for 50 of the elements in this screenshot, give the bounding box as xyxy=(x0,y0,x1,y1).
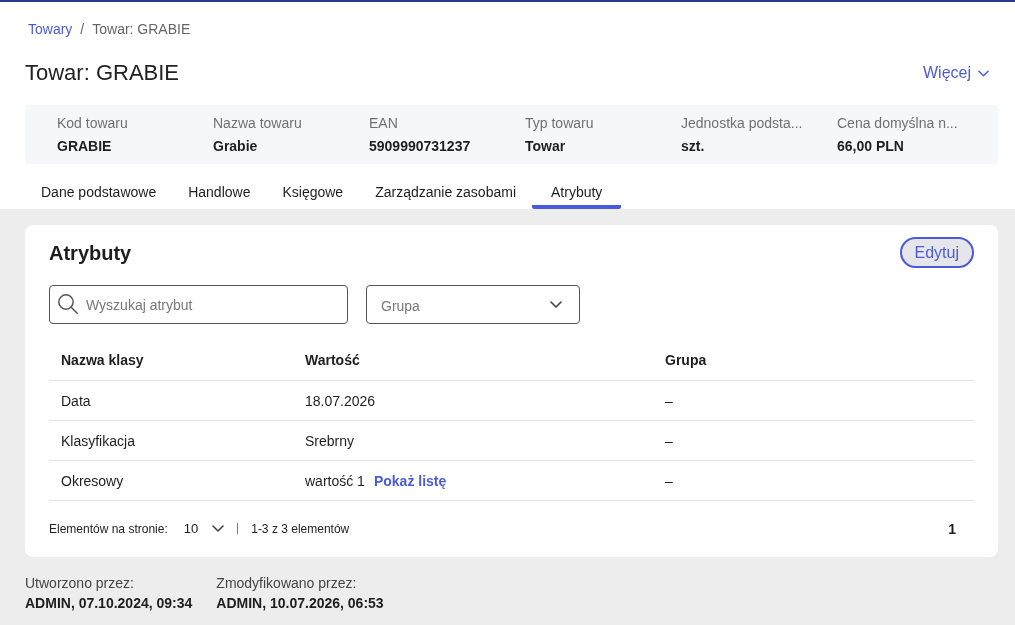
table-cell-text: 18.07.2026 xyxy=(305,391,376,411)
column-header: Wartość xyxy=(305,352,360,368)
tab[interactable]: Księgowe xyxy=(266,164,360,209)
footer-label: Zmodyfikowano przez: xyxy=(216,574,357,593)
table-cell-text: wartość 1 xyxy=(305,471,365,491)
page-size-label: Elementów na stronie: xyxy=(49,521,168,537)
field-label: Typ towaru xyxy=(525,114,594,133)
chevron-down-icon xyxy=(212,525,225,533)
group-select[interactable]: Grupa xyxy=(366,285,580,324)
footer-value: ADMIN, 07.10.2024, 09:34 xyxy=(25,594,193,613)
search-field[interactable]: Wyszukaj atrybut xyxy=(49,285,348,324)
breadcrumb-link[interactable]: Towary xyxy=(28,19,73,39)
chevron-down-icon xyxy=(978,69,989,77)
tab[interactable]: Dane podstawowe xyxy=(25,164,173,209)
table-cell: – xyxy=(665,432,673,449)
table-cell: Data xyxy=(61,392,91,409)
column-header: Grupa xyxy=(665,352,707,368)
table-cell: Klasyfikacja xyxy=(61,432,135,449)
table-cell-text: Srebrny xyxy=(305,431,355,451)
edit-button[interactable]: Edytuj xyxy=(899,237,974,268)
table-cell: – xyxy=(665,392,673,409)
field-value: szt. xyxy=(681,137,705,156)
field-value: GRABIE xyxy=(57,137,112,156)
field-value: Grabie xyxy=(213,137,258,156)
tab[interactable]: Zarządzanie zasobami xyxy=(359,164,532,209)
footer-value: ADMIN, 10.07.2026, 06:53 xyxy=(216,594,384,613)
breadcrumb-separator: / xyxy=(80,20,85,39)
field-label: Jednostka podsta... xyxy=(681,114,803,133)
item-range: 1-3 z 3 elementów xyxy=(251,521,350,537)
tab[interactable]: Handlowe xyxy=(172,164,267,209)
page-size-select[interactable]: 10 xyxy=(183,520,225,538)
field-value: 66,00 PLN xyxy=(837,137,904,156)
field-label: Cena domyślna n... xyxy=(837,114,958,133)
footer-label: Utworzono przez: xyxy=(25,574,134,593)
field-label: Nazwa towaru xyxy=(213,114,302,133)
page-button[interactable]: 1 xyxy=(944,519,960,539)
breadcrumb-current: Towar: GRABIE xyxy=(92,20,191,39)
chevron-down-icon xyxy=(550,301,562,308)
card-title: Atrybuty xyxy=(49,240,132,266)
search-icon xyxy=(58,294,78,314)
field-value: 5909990731237 xyxy=(369,137,471,156)
field-label: EAN xyxy=(369,114,398,133)
more-button[interactable]: Więcej xyxy=(923,61,989,85)
show-list-link[interactable]: Pokaż listę xyxy=(373,470,447,491)
field-value: Towar xyxy=(525,137,566,156)
field-label: Kod towaru xyxy=(57,114,128,133)
page-title: Towar: GRABIE xyxy=(25,59,180,87)
table-cell: – xyxy=(665,472,673,489)
column-header: Nazwa klasy xyxy=(61,352,144,368)
table-cell: Okresowy xyxy=(61,472,124,489)
